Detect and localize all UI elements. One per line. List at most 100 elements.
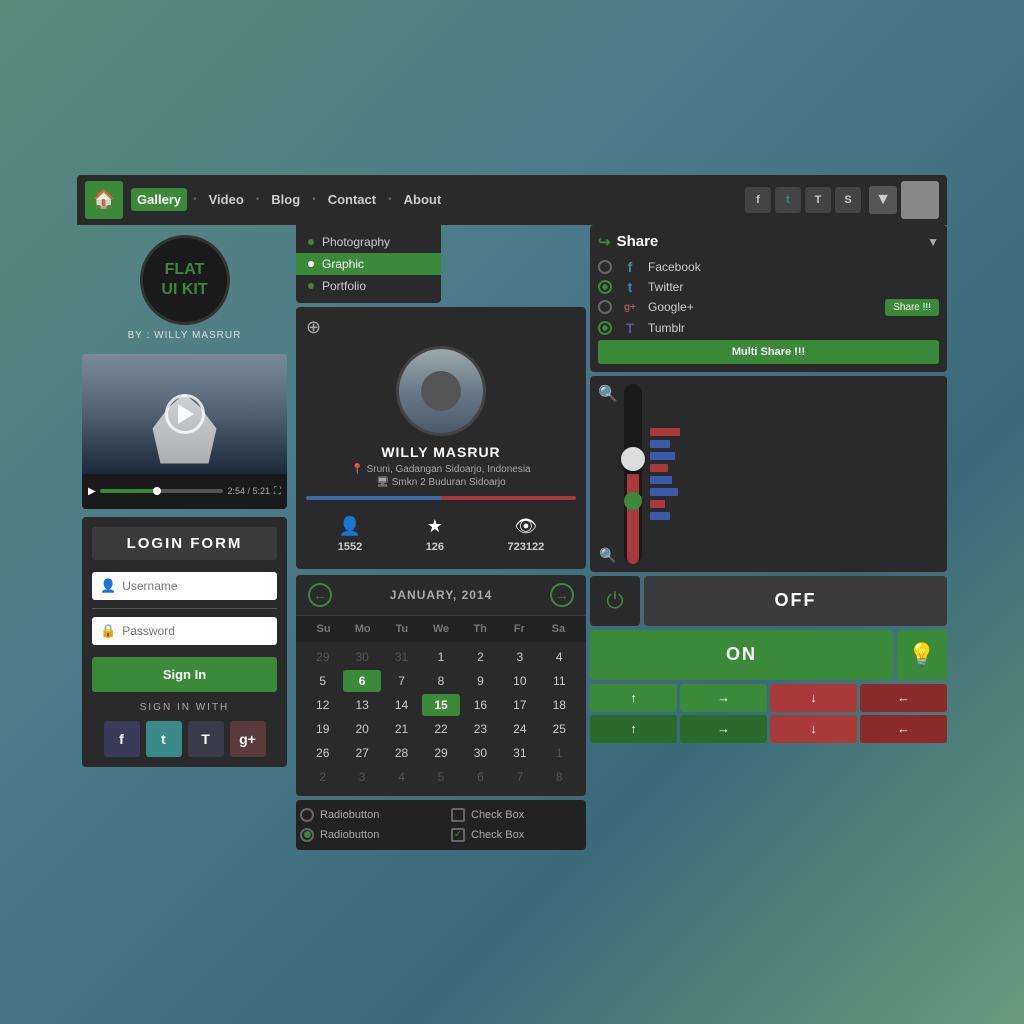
cal-day-3-5[interactable]: 24 xyxy=(501,718,538,740)
cal-day-5-2[interactable]: 4 xyxy=(383,766,420,788)
share-radio-fb[interactable] xyxy=(598,260,612,274)
cal-day-5-1[interactable]: 3 xyxy=(343,766,380,788)
cal-day-4-3[interactable]: 29 xyxy=(422,742,459,764)
play-pause-btn[interactable]: ▶ xyxy=(88,486,96,497)
cal-day-0-0[interactable]: 29 xyxy=(304,646,341,668)
cal-next-btn[interactable]: → xyxy=(550,583,574,607)
cal-day-5-4[interactable]: 6 xyxy=(462,766,499,788)
slider-track[interactable] xyxy=(624,384,642,564)
cal-day-3-1[interactable]: 20 xyxy=(343,718,380,740)
views-count: 723122 xyxy=(508,541,545,553)
nav-dropdown-btn[interactable]: ▼ xyxy=(869,186,897,214)
bar-row-6 xyxy=(650,488,680,496)
progress-bar[interactable] xyxy=(100,489,224,493)
cal-day-2-1[interactable]: 13 xyxy=(343,694,380,716)
cal-day-1-2[interactable]: 7 xyxy=(383,670,420,692)
tumblr-login-btn[interactable]: T xyxy=(188,721,224,757)
play-button[interactable] xyxy=(165,394,205,434)
cal-prev-btn[interactable]: ← xyxy=(308,583,332,607)
cal-day-1-1[interactable]: 6 xyxy=(343,670,380,692)
cal-day-3-0[interactable]: 19 xyxy=(304,718,341,740)
cal-day-0-3[interactable]: 1 xyxy=(422,646,459,668)
cal-day-2-5[interactable]: 17 xyxy=(501,694,538,716)
radio-btn-2[interactable] xyxy=(300,828,314,842)
cal-day-2-3[interactable]: 15 xyxy=(422,694,459,716)
arrow-left-1[interactable]: ← xyxy=(860,684,947,712)
nav-item-video[interactable]: Video xyxy=(203,188,250,211)
dropdown-photography[interactable]: Photography xyxy=(296,231,441,253)
social-twitter-icon[interactable]: t xyxy=(775,187,801,213)
cal-day-1-5[interactable]: 10 xyxy=(501,670,538,692)
nav-item-blog[interactable]: Blog xyxy=(265,188,306,211)
cal-day-5-5[interactable]: 7 xyxy=(501,766,538,788)
arrow-right-2[interactable]: → xyxy=(680,715,767,743)
nav-item-gallery[interactable]: Gallery xyxy=(131,188,187,211)
cal-day-4-6[interactable]: 1 xyxy=(541,742,578,764)
cal-day-4-2[interactable]: 28 xyxy=(383,742,420,764)
power-button[interactable]: ⏻ xyxy=(590,576,640,626)
cal-day-3-3[interactable]: 22 xyxy=(422,718,459,740)
cal-day-4-0[interactable]: 26 xyxy=(304,742,341,764)
cal-day-1-0[interactable]: 5 xyxy=(304,670,341,692)
share-radio-tm[interactable] xyxy=(598,321,612,335)
slider-thumb-green[interactable] xyxy=(624,492,642,510)
share-chevron-icon[interactable]: ▼ xyxy=(927,235,939,249)
fullscreen-btn[interactable]: ⛶ xyxy=(274,486,281,497)
cal-day-1-3[interactable]: 8 xyxy=(422,670,459,692)
username-input[interactable] xyxy=(122,579,269,593)
cal-day-5-0[interactable]: 2 xyxy=(304,766,341,788)
cal-day-2-6[interactable]: 18 xyxy=(541,694,578,716)
home-nav-btn[interactable]: 🏠 xyxy=(85,181,123,219)
arrow-up-2[interactable]: ↑ xyxy=(590,715,677,743)
password-input[interactable] xyxy=(122,624,269,638)
checkbox-1[interactable] xyxy=(451,808,465,822)
bulb-button[interactable]: 💡 xyxy=(897,630,947,680)
radio-btn-1[interactable] xyxy=(300,808,314,822)
cal-day-0-2[interactable]: 31 xyxy=(383,646,420,668)
googleplus-login-btn[interactable]: g+ xyxy=(230,721,266,757)
arrow-left-2[interactable]: ← xyxy=(860,715,947,743)
social-skype-icon[interactable]: S xyxy=(835,187,861,213)
cal-day-2-0[interactable]: 12 xyxy=(304,694,341,716)
cal-day-0-5[interactable]: 3 xyxy=(501,646,538,668)
facebook-login-btn[interactable]: f xyxy=(104,721,140,757)
signin-button[interactable]: Sign In xyxy=(92,657,277,692)
cal-day-1-4[interactable]: 9 xyxy=(462,670,499,692)
twitter-login-btn[interactable]: t xyxy=(146,721,182,757)
slider-thumb[interactable] xyxy=(621,447,645,471)
share-radio-gp[interactable] xyxy=(598,300,612,314)
day-th: Th xyxy=(461,620,500,638)
cal-day-2-4[interactable]: 16 xyxy=(462,694,499,716)
arrow-up-1[interactable]: ↑ xyxy=(590,684,677,712)
cal-day-0-4[interactable]: 2 xyxy=(462,646,499,668)
social-tumblr-icon[interactable]: T xyxy=(805,187,831,213)
cal-day-0-6[interactable]: 4 xyxy=(541,646,578,668)
add-icon[interactable]: ⊕ xyxy=(306,317,321,338)
cal-day-1-6[interactable]: 11 xyxy=(541,670,578,692)
checkbox-2[interactable]: ✓ xyxy=(451,828,465,842)
nav-item-contact[interactable]: Contact xyxy=(322,188,382,211)
cal-day-2-2[interactable]: 14 xyxy=(383,694,420,716)
multi-share-btn[interactable]: Multi Share !!! xyxy=(598,340,939,364)
cal-day-3-4[interactable]: 23 xyxy=(462,718,499,740)
share-now-btn[interactable]: Share !!! xyxy=(885,299,939,316)
calendar-day-names: Su Mo Tu We Th Fr Sa xyxy=(296,616,586,642)
nav-item-about[interactable]: About xyxy=(398,188,448,211)
zoom-out-icon[interactable]: 🔍 xyxy=(599,547,616,564)
arrow-down-1[interactable]: ↓ xyxy=(770,684,857,712)
cal-day-4-4[interactable]: 30 xyxy=(462,742,499,764)
zoom-in-icon[interactable]: 🔍 xyxy=(598,384,618,404)
dropdown-graphic[interactable]: Graphic xyxy=(296,253,441,275)
cal-day-5-6[interactable]: 8 xyxy=(541,766,578,788)
cal-day-3-2[interactable]: 21 xyxy=(383,718,420,740)
social-facebook-icon[interactable]: f xyxy=(745,187,771,213)
cal-day-0-1[interactable]: 30 xyxy=(343,646,380,668)
arrow-down-2[interactable]: ↓ xyxy=(770,715,857,743)
cal-day-4-1[interactable]: 27 xyxy=(343,742,380,764)
arrow-right-1[interactable]: → xyxy=(680,684,767,712)
dropdown-portfolio[interactable]: Portfolio xyxy=(296,275,441,297)
cal-day-3-6[interactable]: 25 xyxy=(541,718,578,740)
share-radio-tw[interactable] xyxy=(598,280,612,294)
cal-day-5-3[interactable]: 5 xyxy=(422,766,459,788)
cal-day-4-5[interactable]: 31 xyxy=(501,742,538,764)
